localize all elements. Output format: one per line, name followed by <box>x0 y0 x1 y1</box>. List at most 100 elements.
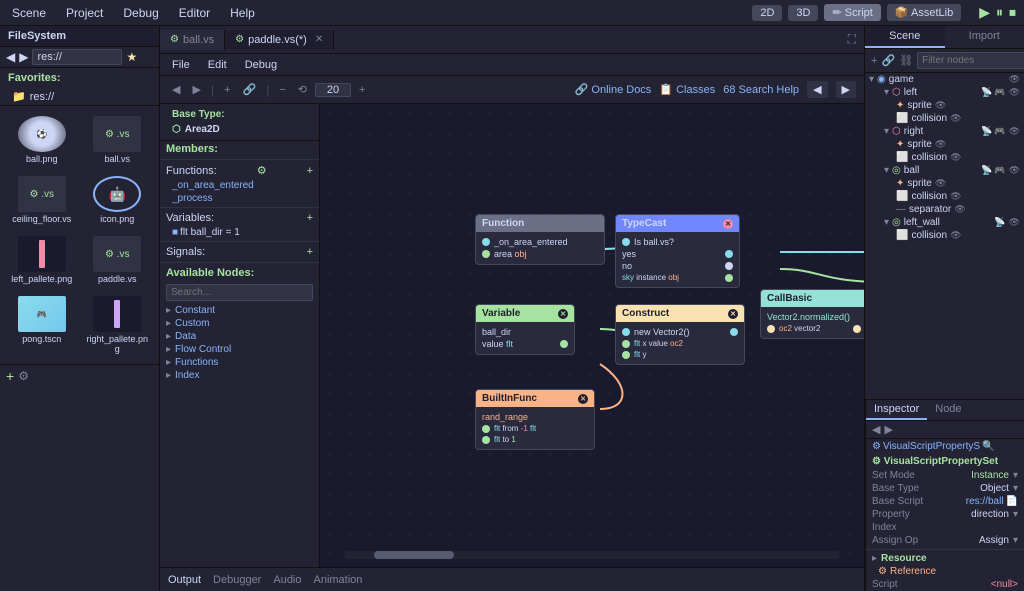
avail-node-item[interactable]: ▸Functions <box>160 356 319 369</box>
bottom-tab-debugger[interactable]: Debugger <box>213 574 261 586</box>
inspector-back-button[interactable]: ◀ <box>872 423 880 436</box>
submenu-debug[interactable]: Debug <box>241 57 281 73</box>
avail-node-item[interactable]: ▸Constant <box>160 304 319 317</box>
fs-back-icon[interactable]: ◀ <box>6 50 15 64</box>
vs-node-function[interactable]: Function _on_area_entered area obj <box>475 214 605 265</box>
mode-script-button[interactable]: ✏ Script <box>824 4 880 21</box>
mode-2d-button[interactable]: 2D <box>752 5 782 21</box>
eye-icon[interactable]: 👁 <box>1009 165 1020 176</box>
eye-icon[interactable]: 👁 <box>950 191 961 202</box>
list-item[interactable]: left_pallete.png <box>6 232 78 288</box>
scene-tree-item[interactable]: ▾ ◎ left_wall 📡 👁 <box>865 216 1024 229</box>
mode-assetlib-button[interactable]: 📦 AssetLib <box>887 4 961 21</box>
scene-tree-item[interactable]: ⬜ collision 👁 <box>865 190 1024 203</box>
scene-link-button[interactable]: 🔗 <box>881 54 895 67</box>
available-nodes-search-input[interactable] <box>166 284 313 301</box>
menu-debug[interactable]: Debug <box>119 4 162 22</box>
fs-forward-icon[interactable]: ▶ <box>19 50 28 64</box>
list-item[interactable]: right_pallete.png <box>82 292 154 358</box>
menu-project[interactable]: Project <box>62 4 107 22</box>
tab-scene[interactable]: Scene <box>865 26 945 48</box>
variables-add-icon[interactable]: + <box>307 212 313 224</box>
menu-editor[interactable]: Editor <box>175 4 214 22</box>
tab-import[interactable]: Import <box>945 26 1024 48</box>
list-item[interactable]: 🤖 icon.png <box>82 172 154 228</box>
function-item[interactable]: _on_area_entered <box>160 179 319 192</box>
eye-icon[interactable]: 👁 <box>935 100 946 111</box>
eye-icon[interactable]: 👁 <box>935 178 946 189</box>
list-item[interactable]: ⚙ .vs ball.vs <box>82 112 154 168</box>
graph-canvas[interactable]: Function _on_area_entered area obj <box>320 104 864 567</box>
fs-resfolder[interactable]: 📁 res:// <box>0 88 159 105</box>
scene-tree-item[interactable]: ▾ ◉ game 👁 <box>865 73 1024 86</box>
bottom-tab-animation[interactable]: Animation <box>314 574 363 586</box>
link-button[interactable]: 🔗 <box>239 81 261 98</box>
scene-chain-button[interactable]: ⛓ <box>899 54 913 67</box>
list-item[interactable]: ⚽ ball.png <box>6 112 78 168</box>
zoom-in-button[interactable]: + <box>355 82 369 98</box>
functions-settings-icon[interactable]: ⚙ <box>257 164 267 177</box>
scene-tree-item[interactable]: — separator 👁 <box>865 203 1024 216</box>
vs-node-typecast[interactable]: TypeCast ✕ Is ball.vs? yes no <box>615 214 740 288</box>
vs-node-construct[interactable]: Construct ✕ new Vector2() flt x value oc… <box>615 304 745 365</box>
eye-icon[interactable]: 👁 <box>935 139 946 150</box>
tab-ball-vs[interactable]: ⚙ ball.vs <box>160 30 225 50</box>
variable-item[interactable]: ■ flt ball_dir = 1 <box>160 226 319 239</box>
scene-tree-item[interactable]: ✦ sprite 👁 <box>865 177 1024 190</box>
scene-tree-item[interactable]: ✦ sprite 👁 <box>865 138 1024 151</box>
classes-link[interactable]: 📋 Classes <box>659 83 715 96</box>
mode-3d-button[interactable]: 3D <box>788 5 818 21</box>
forward-button[interactable]: ▶ <box>188 81 204 98</box>
submenu-file[interactable]: File <box>168 57 194 73</box>
functions-add-icon[interactable]: + <box>307 165 313 177</box>
prev-nav-button[interactable]: ◀ <box>807 81 827 98</box>
graph-scrollbar-h[interactable] <box>344 551 840 559</box>
scene-tree-item[interactable]: ⬜ collision 👁 <box>865 151 1024 164</box>
eye-icon[interactable]: 👁 <box>954 204 965 215</box>
scene-tree-item[interactable]: ✦ sprite 👁 <box>865 99 1024 112</box>
search-help-link[interactable]: 68 Search Help <box>723 84 799 96</box>
zoom-input[interactable] <box>315 83 351 97</box>
list-item[interactable]: 🎮 pong.tscn <box>6 292 78 358</box>
inspector-object-title[interactable]: ⚙ VisualScriptPropertyS 🔍 <box>866 439 1024 454</box>
eye-icon[interactable]: 👁 <box>1009 217 1020 228</box>
tab-paddle-vs[interactable]: ⚙ paddle.vs(*) ✕ <box>225 30 334 50</box>
tab-inspector[interactable]: Inspector <box>866 400 927 420</box>
avail-node-item[interactable]: ▸Flow Control <box>160 343 319 356</box>
zoom-out-button[interactable]: − <box>275 82 289 98</box>
list-item[interactable]: ⚙ .vs ceiling_floor.vs <box>6 172 78 228</box>
function-item[interactable]: _process <box>160 192 319 205</box>
pause-button[interactable]: ⏸ <box>996 4 1003 21</box>
play-button[interactable]: ▶ <box>979 4 990 21</box>
eye-icon[interactable]: 👁 <box>1009 87 1020 98</box>
vs-node-variable[interactable]: Variable ✕ ball_dir value flt <box>475 304 575 355</box>
add-node-button[interactable]: + <box>220 82 234 98</box>
zoom-reset-button[interactable]: ⟲ <box>294 81 311 98</box>
close-button[interactable]: ✕ <box>723 219 733 229</box>
menu-help[interactable]: Help <box>226 4 259 22</box>
menu-scene[interactable]: Scene <box>8 4 50 22</box>
row-options-icon[interactable]: ▾ <box>1013 535 1018 546</box>
row-options-icon[interactable]: ▾ <box>1013 470 1018 481</box>
scene-add-button[interactable]: + <box>871 55 877 67</box>
eye-icon[interactable]: 👁 <box>950 113 961 124</box>
row-options-icon[interactable]: ▾ <box>1013 483 1018 494</box>
tab-close-icon[interactable]: ✕ <box>315 34 323 45</box>
fs-settings-icon[interactable]: ⚙ <box>18 369 29 383</box>
scene-search-input[interactable] <box>917 52 1024 69</box>
inspector-forward-button[interactable]: ▶ <box>884 423 892 436</box>
scene-tree-item[interactable]: ⬜ collision 👁 <box>865 229 1024 242</box>
tab-maximize-icon[interactable]: ⛶ <box>840 32 864 47</box>
bottom-tab-audio[interactable]: Audio <box>273 574 301 586</box>
eye-icon[interactable]: 👁 <box>1009 126 1020 137</box>
bottom-tab-output[interactable]: Output <box>168 574 201 586</box>
row-options-icon[interactable]: ▾ <box>1013 509 1018 520</box>
fs-add-file-icon[interactable]: + <box>6 368 14 384</box>
avail-node-item[interactable]: ▸Index <box>160 369 319 382</box>
list-item[interactable]: ⚙ .vs paddle.vs <box>82 232 154 288</box>
submenu-edit[interactable]: Edit <box>204 57 231 73</box>
scene-tree-item[interactable]: ▾ ◎ ball 📡 🎮 👁 <box>865 164 1024 177</box>
fs-path-input[interactable] <box>32 49 122 65</box>
vs-node-callbasic[interactable]: CallBasic ✕ Vector2.normalized() oc2 vec… <box>760 289 864 339</box>
scene-tree-item[interactable]: ⬜ collision 👁 <box>865 112 1024 125</box>
